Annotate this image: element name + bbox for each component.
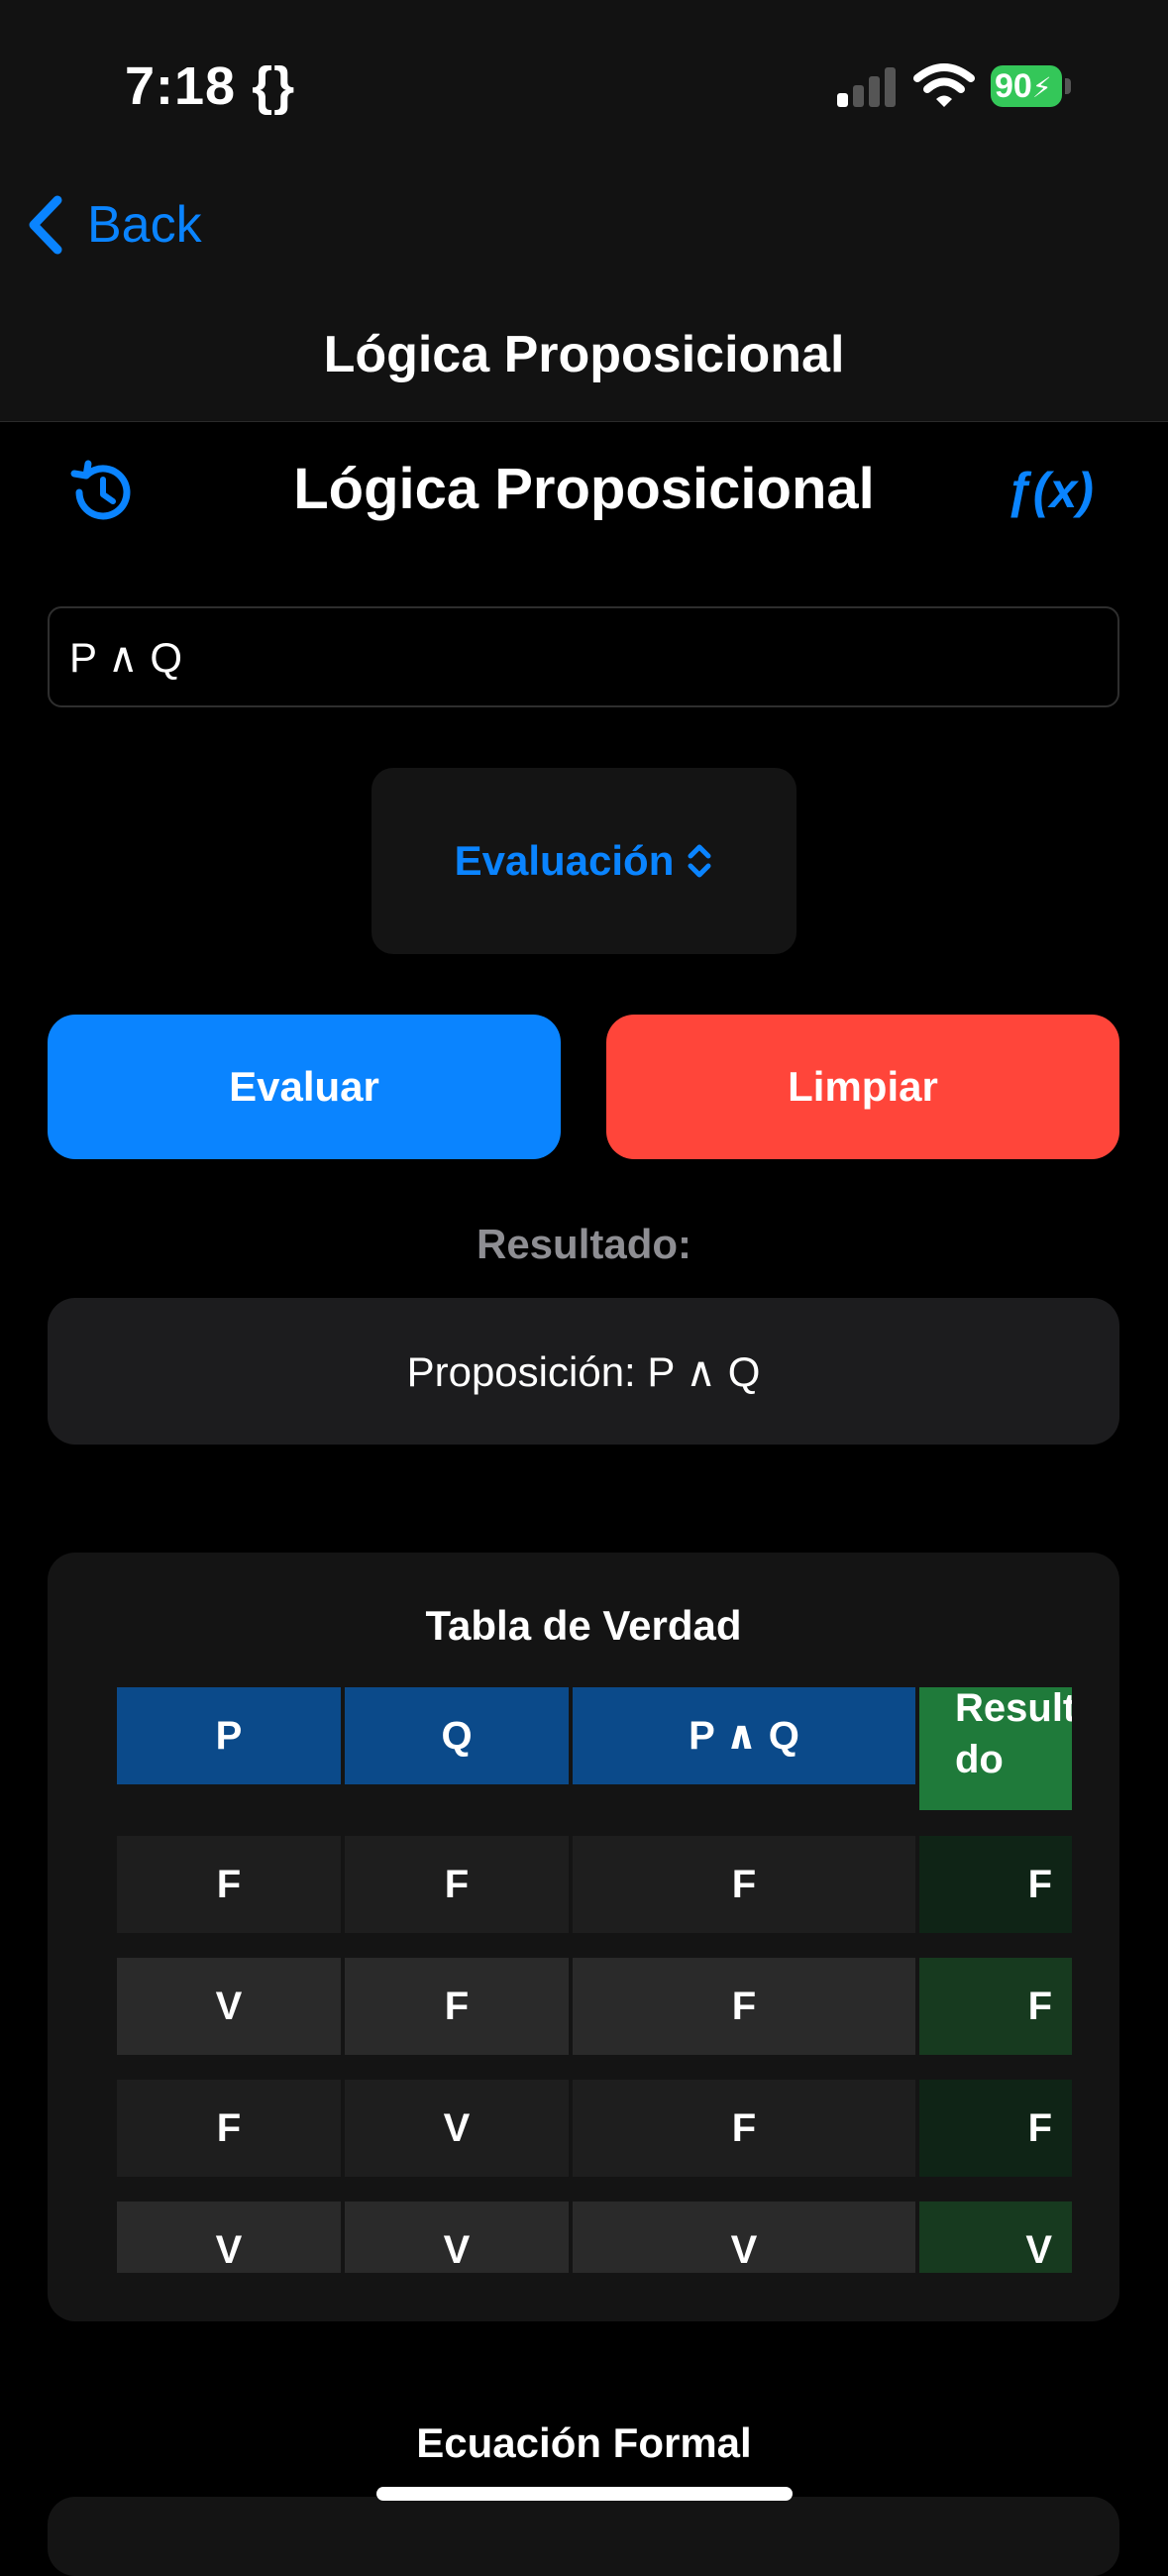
battery-tip [1065,78,1071,94]
table-cell: V [117,2201,341,2273]
proposition-input[interactable] [48,606,1119,707]
cellular-signal-icon [837,65,897,107]
nav-title: Lógica Proposicional [323,326,845,383]
mode-picker[interactable]: Evaluación [372,768,796,954]
function-icon[interactable]: ƒ(x) [1006,462,1094,519]
table-cell: V [117,1958,341,2055]
table-result-cell: F [919,1958,1072,2055]
table-cell: F [345,1958,569,2055]
mode-picker-label: Evaluación [454,837,675,884]
clear-label: Limpiar [788,1063,938,1110]
table-header-cell: P ∧ Q [573,1687,915,1784]
result-label: Resultado: [476,1221,691,1267]
evaluate-label: Evaluar [229,1063,379,1110]
table-result-cell: V [919,2201,1072,2273]
result-box: Proposición: P ∧ Q [48,1298,1119,1445]
table-cell: V [345,2201,569,2273]
clear-button[interactable]: Limpiar [606,1015,1119,1159]
table-cell: V [345,2080,569,2177]
wifi-icon [913,63,975,107]
chevron-left-icon [29,195,62,255]
table-cell: F [117,1836,341,1933]
truth-table[interactable]: PQP ∧ Q Result do F F F F V F F F F V F F V V V V [117,1687,1072,2273]
table-cell: V [573,2201,915,2273]
formal-equation-title: Ecuación Formal [416,2419,752,2466]
table-header-result: Result do [919,1687,1072,1810]
table-cell: F [117,2080,341,2177]
charging-bolt-icon: ⚡ [1031,72,1052,103]
truth-table-title: Tabla de Verdad [425,1602,742,1649]
table-cell: F [345,1836,569,1933]
page-title: Lógica Proposicional [293,457,875,521]
table-result-cell: F [919,2080,1072,2177]
battery-icon: 90⚡ [991,65,1062,107]
evaluate-button[interactable]: Evaluar [48,1015,561,1159]
back-button[interactable]: Back [26,193,202,257]
table-header-cell: P [117,1687,341,1784]
back-label: Back [87,196,202,254]
truth-table-card: Tabla de Verdad PQP ∧ Q Result do F F F F V F F F… [48,1553,1119,2321]
table-cell: F [573,1836,915,1933]
formal-equation-card [48,2497,1119,2576]
table-result-cell: F [919,1836,1072,1933]
battery-level: 90 [995,67,1032,105]
home-indicator[interactable] [376,2487,793,2501]
table-cell: F [573,2080,915,2177]
table-header-cell: Q [345,1687,569,1784]
table-cell: F [573,1958,915,2055]
status-time: 7:18 {} [125,56,296,116]
result-text: Proposición: P ∧ Q [406,1347,761,1395]
chevron-up-down-icon [688,844,711,878]
